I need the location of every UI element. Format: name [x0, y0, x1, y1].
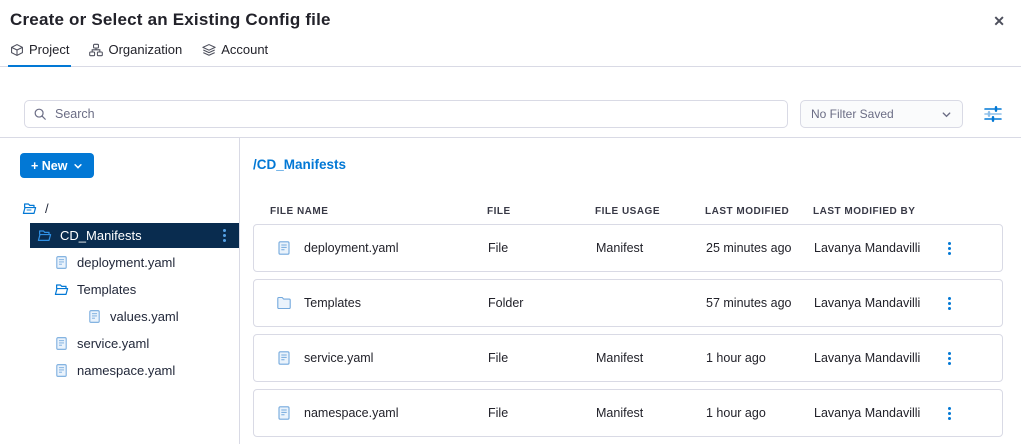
kebab-menu-icon[interactable]	[944, 403, 955, 424]
cell-file-name: namespace.yaml	[304, 406, 399, 420]
column-header-last-modified: LAST MODIFIED	[705, 206, 813, 217]
table-row[interactable]: service.yaml File Manifest 1 hour ago La…	[253, 334, 1003, 382]
kebab-menu-icon[interactable]	[944, 293, 955, 314]
file-tree: / CD_Manifests deployment.yaml Templates	[0, 196, 239, 383]
cell-last-modified-by: Lavanya Mandavilli	[814, 296, 944, 310]
tree-item-label: values.yaml	[110, 309, 179, 324]
column-header-file-usage: FILE USAGE	[595, 206, 705, 217]
cell-last-modified: 57 minutes ago	[706, 296, 814, 310]
tree-item-cd-manifests[interactable]: CD_Manifests	[30, 223, 239, 248]
tree-item-namespace-yaml[interactable]: namespace.yaml	[0, 358, 239, 383]
table-header: FILE NAME FILE FILE USAGE LAST MODIFIED …	[253, 206, 1003, 217]
modal-header: Create or Select an Existing Config file…	[0, 0, 1021, 30]
tree-item-label: service.yaml	[77, 336, 149, 351]
kebab-menu-icon[interactable]	[220, 226, 229, 245]
cell-file-name: service.yaml	[304, 351, 373, 365]
chevron-down-icon	[73, 161, 83, 171]
layers-icon	[202, 43, 216, 57]
tree-item-values-yaml[interactable]: values.yaml	[0, 304, 239, 329]
file-icon	[54, 363, 69, 378]
table-row[interactable]: deployment.yaml File Manifest 25 minutes…	[253, 224, 1003, 272]
file-tree-sidebar: + New / CD_Manifests deployment.yaml	[0, 138, 240, 444]
breadcrumb[interactable]: /CD_Manifests	[253, 157, 1003, 172]
cell-file-usage: Manifest	[596, 406, 706, 420]
file-icon	[54, 336, 69, 351]
cell-last-modified-by: Lavanya Mandavilli	[814, 406, 944, 420]
toolbar: No Filter Saved	[0, 67, 1021, 138]
tab-account-label: Account	[221, 42, 268, 57]
file-icon	[54, 255, 69, 270]
filter-sliders-icon[interactable]	[983, 105, 1003, 123]
chevron-down-icon	[941, 109, 952, 120]
cell-file-usage: Manifest	[596, 241, 706, 255]
search-box	[24, 100, 788, 128]
table-row[interactable]: Templates Folder 57 minutes ago Lavanya …	[253, 279, 1003, 327]
column-header-last-modified-by: LAST MODIFIED BY	[813, 206, 943, 217]
tree-item-label: Templates	[77, 282, 136, 297]
column-header-file-name: FILE NAME	[270, 206, 487, 217]
cell-file-type: File	[488, 351, 596, 365]
file-icon	[87, 309, 102, 324]
new-button-label: + New	[31, 159, 67, 173]
cell-file-type: File	[488, 406, 596, 420]
tree-item-label: /	[45, 201, 49, 216]
search-icon	[33, 107, 47, 121]
cell-file-type: File	[488, 241, 596, 255]
tree-item-label: CD_Manifests	[60, 228, 142, 243]
tree-item-service-yaml[interactable]: service.yaml	[0, 331, 239, 356]
tab-organization-label: Organization	[108, 42, 182, 57]
folder-icon	[276, 295, 292, 311]
tab-project[interactable]: Project	[8, 40, 71, 66]
cube-icon	[10, 43, 24, 57]
folder-open-icon	[37, 228, 52, 243]
cell-last-modified: 1 hour ago	[706, 406, 814, 420]
table-row[interactable]: namespace.yaml File Manifest 1 hour ago …	[253, 389, 1003, 437]
tab-account[interactable]: Account	[200, 40, 270, 66]
kebab-menu-icon[interactable]	[944, 238, 955, 259]
config-file-modal: Create or Select an Existing Config file…	[0, 0, 1021, 447]
content-area: + New / CD_Manifests deployment.yaml	[0, 138, 1021, 444]
kebab-menu-icon[interactable]	[944, 348, 955, 369]
folder-open-icon	[54, 282, 69, 297]
file-table-panel: /CD_Manifests FILE NAME FILE FILE USAGE …	[240, 138, 1021, 444]
tab-organization[interactable]: Organization	[87, 40, 184, 66]
cell-last-modified-by: Lavanya Mandavilli	[814, 241, 944, 255]
cell-file-name: deployment.yaml	[304, 241, 399, 255]
cell-file-type: Folder	[488, 296, 596, 310]
cell-file-name: Templates	[304, 296, 361, 310]
search-input[interactable]	[24, 100, 788, 128]
new-button[interactable]: + New	[20, 153, 94, 178]
filter-saved-value: No Filter Saved	[811, 107, 894, 121]
tab-bar: Project Organization Account	[0, 30, 1021, 67]
tab-project-label: Project	[29, 42, 69, 57]
hierarchy-icon	[89, 43, 103, 57]
tree-item-label: deployment.yaml	[77, 255, 175, 270]
cell-last-modified-by: Lavanya Mandavilli	[814, 351, 944, 365]
filter-saved-dropdown[interactable]: No Filter Saved	[800, 100, 963, 128]
file-icon	[276, 350, 292, 366]
file-icon	[276, 240, 292, 256]
tree-item-label: namespace.yaml	[77, 363, 175, 378]
cell-file-usage: Manifest	[596, 351, 706, 365]
tree-item-templates[interactable]: Templates	[0, 277, 239, 302]
cell-last-modified: 1 hour ago	[706, 351, 814, 365]
page-title: Create or Select an Existing Config file	[10, 10, 1007, 30]
column-header-file: FILE	[487, 206, 595, 217]
folder-open-icon	[22, 201, 37, 216]
close-icon[interactable]: ✕	[989, 11, 1009, 32]
tree-item-deployment-yaml[interactable]: deployment.yaml	[0, 250, 239, 275]
tree-item-root[interactable]: /	[0, 196, 239, 221]
cell-last-modified: 25 minutes ago	[706, 241, 814, 255]
file-icon	[276, 405, 292, 421]
